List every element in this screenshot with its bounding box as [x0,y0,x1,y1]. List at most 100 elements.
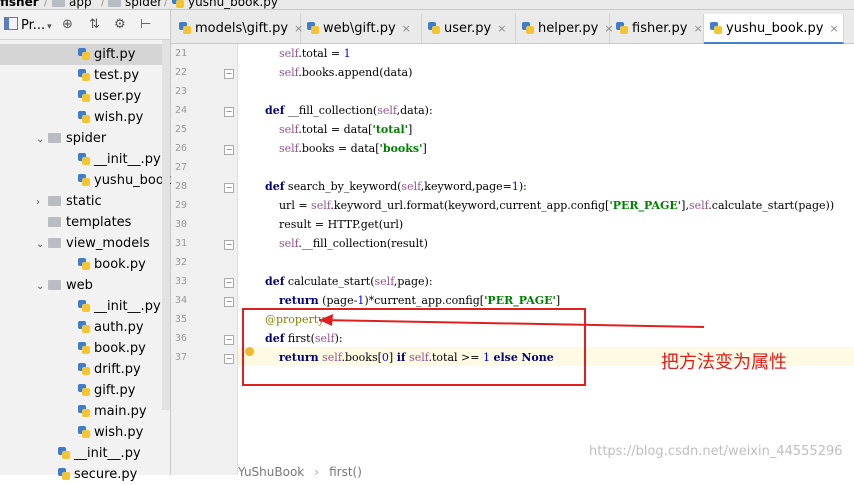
tree-item-label: static [66,194,102,209]
hide-panel-icon[interactable]: ⊢ [140,17,151,32]
nav-item-spider[interactable]: spider [108,0,162,9]
editor-tab-5[interactable]: yushu_book.py × [704,14,844,44]
nav-separator: / [44,0,49,8]
tree-item-label: main.py [94,404,147,419]
chevron-down-icon[interactable]: ⌄ [36,234,46,255]
nav-item-file[interactable]: yushu_book.py [172,0,278,9]
tree-file-10[interactable]: book.py [0,254,162,275]
close-tab-icon[interactable]: × [497,22,506,35]
collapse-all-icon[interactable]: ⇅ [89,17,100,32]
fold-marker-icon[interactable]: − [224,354,234,364]
fold-marker-icon[interactable]: − [224,335,234,345]
tree-file-17[interactable]: main.py [0,401,162,422]
python-file-icon [78,174,90,186]
code-line[interactable]: self.books = data['books'] [251,142,427,155]
editor-tab-2[interactable]: user.py × [422,14,516,43]
fold-marker-icon[interactable]: − [224,69,234,79]
fold-marker-icon[interactable]: − [224,240,234,250]
editor-tab-1[interactable]: web\gift.py × [301,14,422,43]
code-line[interactable]: return (page-1)*current_app.config['PER_… [251,294,560,307]
tree-file-15[interactable]: drift.py [0,359,162,380]
tree-item-label: auth.py [94,320,144,335]
tree-file-14[interactable]: book.py [0,338,162,359]
tree-file-5[interactable]: __init__.py [0,149,162,170]
chevron-down-icon[interactable]: ⌄ [36,276,46,297]
tree-file-19[interactable]: __init__.py [0,443,162,464]
tree-file-13[interactable]: auth.py [0,317,162,338]
fold-marker-icon[interactable]: − [224,297,234,307]
tree-folder-11[interactable]: ⌄ web [0,275,162,296]
locate-file-icon[interactable]: ⊕ [62,17,73,32]
code-line[interactable]: self.books.append(data) [251,66,412,79]
highlight-box [242,308,586,386]
breadcrumb-class[interactable]: YuShuBook [238,465,304,479]
line-number: 26 [174,143,187,154]
watermark: https://blog.csdn.net/weixin_44555296 [589,444,843,459]
folder-icon [48,217,61,227]
project-scrollbar[interactable] [162,40,170,410]
python-file-icon [179,22,191,34]
close-tab-icon[interactable]: × [693,22,702,35]
tree-folder-4[interactable]: ⌄ spider [0,128,162,149]
fold-marker-icon[interactable]: − [224,183,234,193]
editor-tab-0[interactable]: models\gift.py × [173,14,303,43]
tree-folder-7[interactable]: › static [0,191,162,212]
nav-item-app[interactable]: app [52,0,92,9]
python-file-icon [78,258,90,270]
tree-item-label: __init__.py [94,299,161,314]
tree-file-2[interactable]: user.py [0,86,162,107]
code-line[interactable]: def calculate_start(self,page): [251,275,433,288]
folder-icon [108,0,121,7]
tree-folder-8[interactable]: templates [0,212,162,233]
tree-item-label: book.py [94,341,146,356]
line-number: 35 [174,314,187,325]
fold-marker-icon[interactable]: − [224,145,234,155]
tree-item-label: wish.py [94,425,144,440]
tree-file-12[interactable]: __init__.py [0,296,162,317]
code-line[interactable]: self.__fill_collection(result) [251,237,428,250]
tree-file-0[interactable]: gift.py [0,44,162,65]
tab-label: models\gift.py [195,21,289,36]
python-file-icon [78,405,90,417]
code-line[interactable]: self.total = data['total'] [251,123,412,136]
nav-item-project[interactable]: fisher [0,0,39,9]
line-number: 24 [174,105,187,116]
nav-item-label: spider [125,0,163,9]
fold-marker-icon[interactable]: − [224,107,234,117]
python-file-icon [307,22,319,34]
close-tab-icon[interactable]: × [829,22,838,35]
python-file-icon [172,0,184,8]
project-view-selector[interactable]: Pr... ▾ [4,17,52,33]
python-file-icon [78,300,90,312]
tree-file-1[interactable]: test.py [0,65,162,86]
line-number: 31 [174,238,187,249]
code-line[interactable]: def search_by_keyword(self,keyword,page=… [251,180,527,193]
folder-icon [52,0,65,7]
code-line[interactable]: url = self.keyword_url.format(keyword,cu… [251,199,834,212]
code-line[interactable]: result = HTTP.get(url) [251,218,403,231]
editor-tab-3[interactable]: helper.py × [516,14,614,43]
python-file-icon [78,321,90,333]
editor-breadcrumb: YuShuBook › first() [238,465,362,479]
tree-file-3[interactable]: wish.py [0,107,162,128]
code-line[interactable]: def __fill_collection(self,data): [251,104,433,117]
editor-tab-bar: models\gift.py × web\gift.py × user.py × helpe… [171,10,854,44]
editor-tab-4[interactable]: fisher.py × [610,14,704,43]
close-tab-icon[interactable]: × [402,22,411,35]
tree-file-16[interactable]: gift.py [0,380,162,401]
nav-separator: / [101,0,106,8]
chevron-down-icon[interactable]: ⌄ [36,129,46,150]
code-editor[interactable]: 21 self.total = 1 22 − self.books.append(d… [171,44,854,479]
tree-item-label: wish.py [94,110,144,125]
line-number: 30 [174,219,187,230]
code-line[interactable]: self.total = 1 [251,47,351,60]
tree-folder-9[interactable]: ⌄ view_models [0,233,162,254]
chevron-right-icon[interactable]: › [36,192,46,213]
settings-gear-icon[interactable]: ⚙ [114,17,126,32]
fold-marker-icon[interactable]: − [224,278,234,288]
python-file-icon [710,22,722,34]
breadcrumb-method[interactable]: first() [329,465,362,479]
tree-file-18[interactable]: wish.py [0,422,162,443]
nav-item-label: app [69,0,92,9]
tree-file-6[interactable]: yushu_book.p [0,170,184,191]
